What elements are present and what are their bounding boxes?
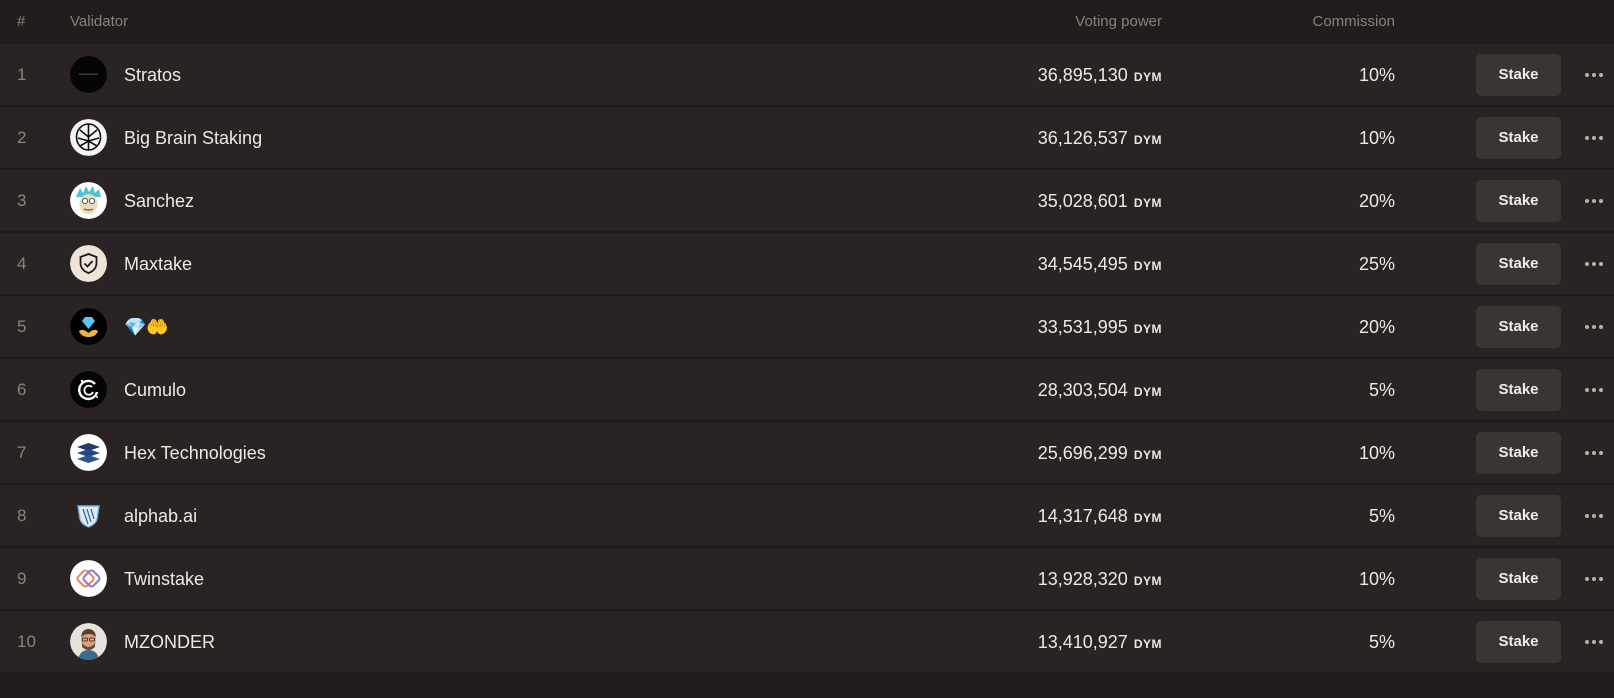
more-options-icon[interactable] [1582,376,1606,404]
validator-name[interactable]: Cumulo [124,379,186,401]
commission-value: 10% [1358,65,1395,85]
row-rank: 2 [17,128,27,147]
more-options-icon[interactable] [1582,250,1606,278]
row-rank: 3 [17,191,27,210]
person-photo-avatar-icon [70,623,107,660]
table-row[interactable]: 1 Stratos 36,895,130 DYM 10% Stake [0,44,1614,107]
table-row[interactable]: 6 Cumulo 28,303,504 DYM 5% Stake [0,359,1614,422]
table-row[interactable]: 7 Hex Technologies 25,696,299 DYM 10% Sta… [0,422,1614,485]
token-unit: DYM [1133,322,1162,336]
validator-name[interactable]: Hex Technologies [124,442,266,464]
row-rank: 1 [17,65,27,84]
stake-button[interactable]: Stake [1476,54,1561,96]
voting-power: 28,303,504 DYM [1037,380,1162,400]
brain-logo-icon [70,119,107,156]
stake-button[interactable]: Stake [1476,495,1561,537]
voting-power: 13,410,927 DYM [1037,632,1162,652]
more-options-icon[interactable] [1582,61,1606,89]
row-rank: 7 [17,443,27,462]
more-options-icon[interactable] [1582,124,1606,152]
header-rank[interactable]: # [17,13,25,31]
row-rank: 5 [17,317,27,336]
token-unit: DYM [1133,448,1162,462]
validator-name[interactable]: Twinstake [124,568,204,590]
validator-name[interactable]: Stratos [124,64,181,86]
more-options-icon[interactable] [1582,565,1606,593]
more-options-icon[interactable] [1582,502,1606,530]
token-unit: DYM [1133,574,1162,588]
validator-name[interactable]: Sanchez [124,190,194,212]
row-rank: 4 [17,254,27,273]
stake-button[interactable]: Stake [1476,432,1561,474]
validator-name[interactable]: Big Brain Staking [124,127,262,149]
cartoon-face-avatar-icon [70,182,107,219]
row-rank: 6 [17,380,27,399]
validator-name[interactable]: MZONDER [124,631,215,653]
table-row[interactable]: 2 Big Brain Staking 36,126,537 DYM 10% St… [0,107,1614,170]
voting-power: 36,895,130 DYM [1037,65,1162,85]
voting-power: 14,317,648 DYM [1037,506,1162,526]
commission-value: 5% [1368,632,1395,652]
more-options-icon[interactable] [1582,439,1606,467]
token-unit: DYM [1133,385,1162,399]
layers-logo-icon [70,434,107,471]
row-rank: 8 [17,506,27,525]
validator-name[interactable]: 💎🤲 [124,316,169,338]
diamond-hands-logo-icon [70,308,107,345]
table-row[interactable]: 10 MZONDER 13,410,927 DYM 5% Stake [0,611,1614,674]
commission-value: 10% [1358,128,1395,148]
commission-value: 20% [1358,191,1395,211]
commission-value: 10% [1358,569,1395,589]
stake-button[interactable]: Stake [1476,243,1561,285]
stake-button[interactable]: Stake [1476,369,1561,411]
token-unit: DYM [1133,511,1162,525]
header-commission[interactable]: Commission [1312,13,1395,31]
stake-button[interactable]: Stake [1476,180,1561,222]
shield-logo-icon [70,497,107,534]
voting-power: 13,928,320 DYM [1037,569,1162,589]
commission-value: 10% [1358,443,1395,463]
stake-button[interactable]: Stake [1476,558,1561,600]
stake-button[interactable]: Stake [1476,306,1561,348]
stratos-logo-icon [70,56,107,93]
voting-power: 33,531,995 DYM [1037,317,1162,337]
more-options-icon[interactable] [1582,313,1606,341]
voting-power: 25,696,299 DYM [1037,443,1162,463]
more-options-icon[interactable] [1582,628,1606,656]
voting-power: 34,545,495 DYM [1037,254,1162,274]
table-row[interactable]: 8 alphab.ai 14,317,648 DYM 5% Stake [0,485,1614,548]
table-row[interactable]: 5 💎🤲 33,531,995 DYM 20% Stake [0,296,1614,359]
validator-table: # Validator Voting power Commission 1 St… [0,0,1614,698]
commission-value: 20% [1358,317,1395,337]
token-unit: DYM [1133,259,1162,273]
validator-name[interactable]: alphab.ai [124,505,197,527]
voting-power: 36,126,537 DYM [1037,128,1162,148]
token-unit: DYM [1133,133,1162,147]
token-unit: DYM [1133,637,1162,651]
table-header: # Validator Voting power Commission [0,0,1614,44]
row-rank: 9 [17,569,27,588]
table-row[interactable]: 9 Twinstake 13,928,320 DYM 10% Stake [0,548,1614,611]
row-rank: 10 [17,632,36,651]
commission-value: 5% [1368,506,1395,526]
table-row[interactable]: 3 Sanchez 35,028,601 DYM 20% Stake [0,170,1614,233]
swirl-logo-icon [70,371,107,408]
header-voting-power[interactable]: Voting power [1075,13,1162,31]
validator-name[interactable]: Maxtake [124,253,192,275]
twin-links-logo-icon [70,560,107,597]
shield-check-logo-icon [70,245,107,282]
stake-button[interactable]: Stake [1476,117,1561,159]
commission-value: 5% [1368,380,1395,400]
token-unit: DYM [1133,196,1162,210]
table-row[interactable]: 4 Maxtake 34,545,495 DYM 25% Stake [0,233,1614,296]
voting-power: 35,028,601 DYM [1037,191,1162,211]
commission-value: 25% [1358,254,1395,274]
stake-button[interactable]: Stake [1476,621,1561,663]
more-options-icon[interactable] [1582,187,1606,215]
header-validator[interactable]: Validator [70,13,128,31]
token-unit: DYM [1133,70,1162,84]
